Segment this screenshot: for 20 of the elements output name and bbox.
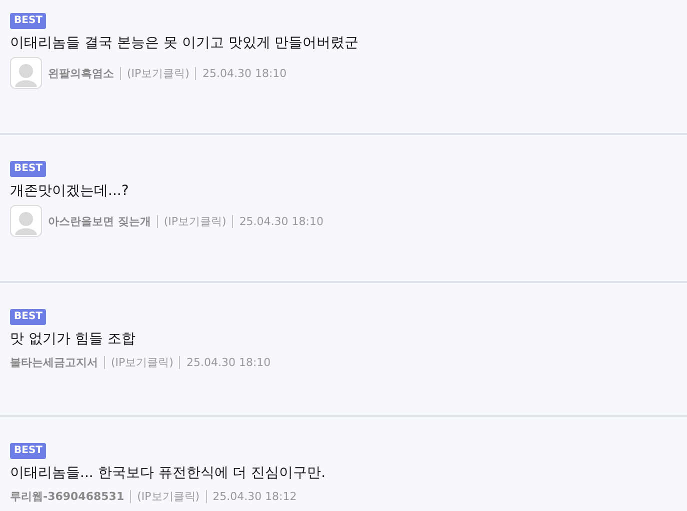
author-name[interactable]: 왼팔의흑염소 bbox=[48, 66, 114, 80]
comment-text: 맛 없기가 힘들 조합 bbox=[10, 330, 136, 349]
ip-link[interactable]: (IP보기클릭) bbox=[130, 490, 200, 502]
comment-text: 이태리놈들... 한국보다 퓨전한식에 더 진심이구만. bbox=[10, 464, 327, 483]
comment-date: 25.04.30 18:10 bbox=[179, 356, 271, 368]
comment-text: 개존맛이겠는데...? bbox=[10, 182, 130, 201]
comment-date: 25.04.30 18:10 bbox=[195, 66, 287, 80]
ip-link[interactable]: (IP보기클릭) bbox=[120, 66, 190, 80]
best-badge: BEST bbox=[10, 161, 46, 177]
best-badge: BEST bbox=[10, 309, 46, 325]
best-badge: BEST bbox=[10, 443, 46, 459]
comment-date: 25.04.30 18:10 bbox=[232, 214, 324, 228]
comment-date: 25.04.30 18:12 bbox=[206, 490, 297, 502]
author-name[interactable]: 루리웹-3690468531 bbox=[10, 488, 124, 504]
ip-link[interactable]: (IP보기클릭) bbox=[156, 214, 226, 228]
best-badge: BEST bbox=[10, 13, 46, 29]
author-name[interactable]: 아스란을보면 짖는개 bbox=[48, 214, 151, 228]
author-name[interactable]: 불타는세금고지서 bbox=[10, 354, 98, 370]
ip-link[interactable]: (IP보기클릭) bbox=[104, 356, 174, 368]
comment-text: 이태리놈들 결국 본능은 못 이기고 맛있게 만들어버렸군 bbox=[10, 34, 360, 53]
